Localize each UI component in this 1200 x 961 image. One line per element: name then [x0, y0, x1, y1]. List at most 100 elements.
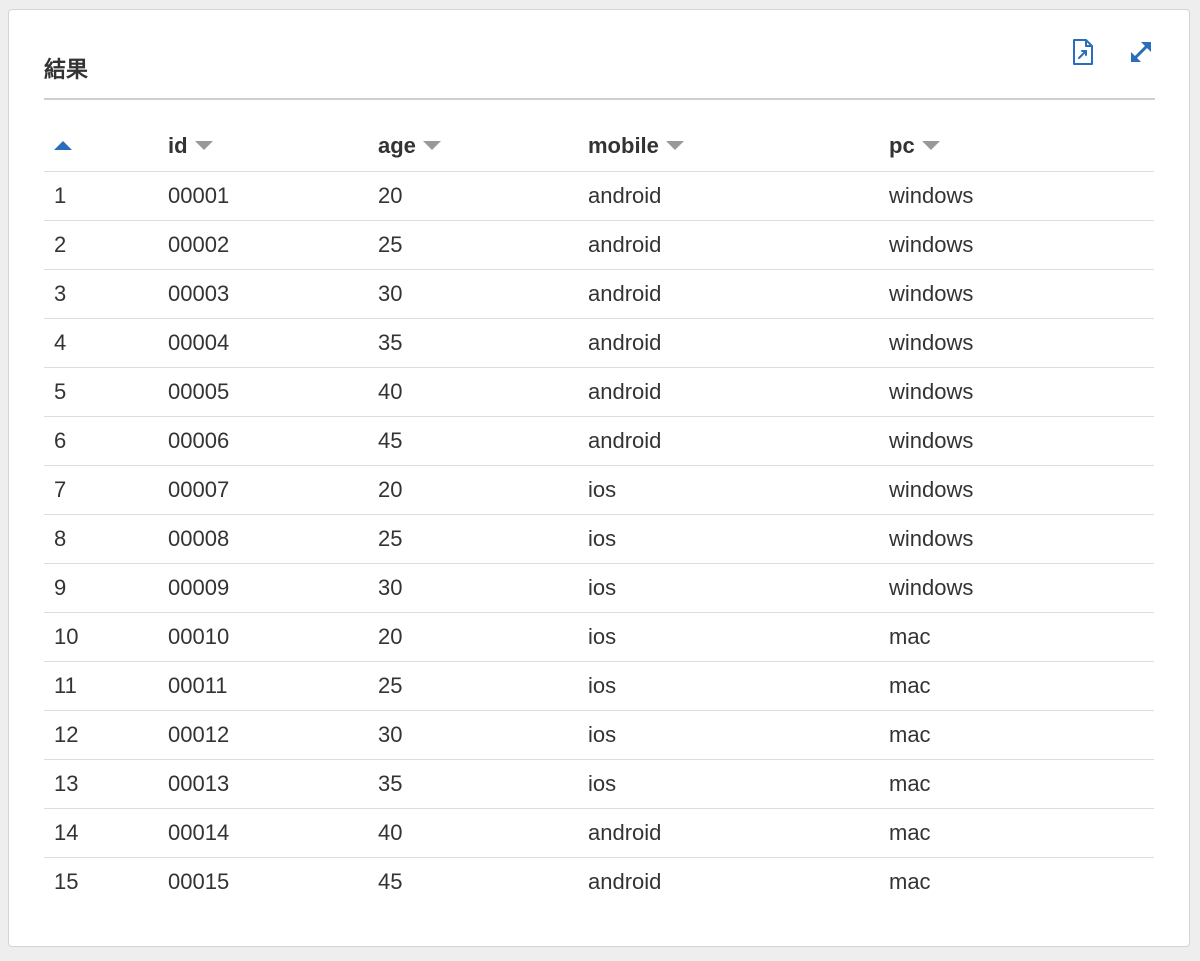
cell-age: 30 [368, 563, 578, 613]
cell-index: 12 [44, 710, 158, 760]
cell-mobile: ios [578, 661, 879, 711]
cell-id: 00013 [158, 759, 368, 809]
export-button[interactable] [1067, 36, 1099, 68]
table-row: 14 00014 40 android mac [44, 808, 1154, 858]
cell-mobile: android [578, 220, 879, 270]
cell-pc: windows [879, 416, 1154, 466]
column-header-pc[interactable]: pc [879, 121, 1154, 172]
cell-age: 30 [368, 710, 578, 760]
cell-id: 00010 [158, 612, 368, 662]
cell-age: 20 [368, 465, 578, 515]
sort-caret-icon[interactable] [194, 140, 213, 150]
table-row: 15 00015 45 android mac [44, 858, 1154, 907]
cell-age: 45 [378, 869, 403, 894]
cell-age: 25 [368, 661, 578, 711]
sort-caret-icon[interactable] [665, 140, 684, 150]
cell-id: 00009 [158, 563, 368, 613]
cell-age: 40 [368, 367, 578, 417]
cell-mobile: ios [578, 612, 879, 662]
cell-age: 30 [368, 269, 578, 319]
cell-index: 15 [54, 869, 79, 894]
cell-mobile: android [578, 808, 879, 858]
cell-pc: windows [879, 367, 1154, 417]
cell-id: 00008 [158, 514, 368, 564]
cell-index: 6 [44, 416, 158, 466]
cell-id: 00004 [158, 318, 368, 368]
sort-ascending-icon[interactable] [54, 140, 72, 150]
table-row: 9 00009 30 ios windows [44, 563, 1154, 613]
table-row: 6 00006 45 android windows [44, 416, 1154, 466]
table-row: 8 00008 25 ios windows [44, 514, 1154, 564]
sort-caret-icon[interactable] [422, 140, 441, 150]
column-header-label: pc [889, 133, 915, 158]
cell-pc: mac [879, 808, 1154, 858]
cell-id: 00007 [158, 465, 368, 515]
cell-index: 13 [44, 759, 158, 809]
cell-index: 3 [44, 269, 158, 319]
cell-mobile: android [578, 171, 879, 221]
column-header-mobile[interactable]: mobile [578, 121, 879, 172]
cell-age: 25 [368, 220, 578, 270]
cell-age: 35 [368, 759, 578, 809]
cell-index: 7 [44, 465, 158, 515]
cell-index: 5 [44, 367, 158, 417]
cell-age: 25 [368, 514, 578, 564]
table-row: 12 00012 30 ios mac [44, 710, 1154, 760]
table-row: 11 00011 25 ios mac [44, 661, 1154, 711]
cell-index: 2 [44, 220, 158, 270]
expand-button[interactable] [1125, 36, 1157, 68]
cell-pc: windows [879, 171, 1154, 221]
cell-age: 45 [368, 416, 578, 466]
cell-mobile: ios [578, 759, 879, 809]
table-row: 4 00004 35 android windows [44, 318, 1154, 368]
cell-id: 00003 [158, 269, 368, 319]
cell-id: 00015 [168, 869, 230, 894]
cell-pc: mac [879, 759, 1154, 809]
column-header-age[interactable]: age [368, 121, 578, 172]
cell-pc: mac [889, 869, 931, 894]
cell-mobile: android [578, 416, 879, 466]
cell-id: 00001 [158, 171, 368, 221]
cell-mobile: android [578, 367, 879, 417]
table-header-row: id age mobile pc [44, 121, 1154, 172]
cell-pc: windows [879, 465, 1154, 515]
cell-id: 00014 [158, 808, 368, 858]
table-row: 13 00013 35 ios mac [44, 759, 1154, 809]
column-header-id[interactable]: id [158, 121, 368, 172]
expand-arrows-icon [1131, 42, 1151, 62]
cell-mobile: ios [578, 710, 879, 760]
table-row: 2 00002 25 android windows [44, 220, 1154, 270]
cell-id: 00005 [158, 367, 368, 417]
cell-pc: mac [879, 661, 1154, 711]
panel-title: 結果 [44, 57, 89, 82]
cell-index: 9 [44, 563, 158, 613]
cell-id: 00011 [158, 661, 368, 711]
cell-pc: mac [879, 710, 1154, 760]
cell-age: 35 [368, 318, 578, 368]
cell-pc: windows [879, 563, 1154, 613]
sort-caret-icon[interactable] [921, 140, 940, 150]
results-panel: 結果 id age mobile pc 1 00001 20 android windows 2… [8, 9, 1190, 947]
cell-index: 14 [44, 808, 158, 858]
cell-mobile: android [578, 269, 879, 319]
cell-pc: windows [879, 269, 1154, 319]
table-row: 3 00003 30 android windows [44, 269, 1154, 319]
cell-age: 20 [368, 612, 578, 662]
cell-index: 4 [44, 318, 158, 368]
cell-mobile: android [588, 869, 662, 894]
table-row: 1 00001 20 android windows [44, 171, 1154, 221]
cell-id: 00012 [158, 710, 368, 760]
table-row: 5 00005 40 android windows [44, 367, 1154, 417]
table-body: 1 00001 20 android windows 2 00002 25 android win… [44, 171, 1154, 907]
cell-mobile: ios [578, 514, 879, 564]
column-header-index[interactable] [44, 121, 158, 172]
column-header-label: age [378, 133, 416, 158]
table-row: 10 00010 20 ios mac [44, 612, 1154, 662]
cell-mobile: android [578, 318, 879, 368]
cell-index: 1 [44, 171, 158, 221]
cell-pc: mac [879, 612, 1154, 662]
cell-pc: windows [879, 318, 1154, 368]
cell-index: 10 [44, 612, 158, 662]
column-header-label: id [168, 133, 188, 158]
cell-mobile: ios [578, 465, 879, 515]
